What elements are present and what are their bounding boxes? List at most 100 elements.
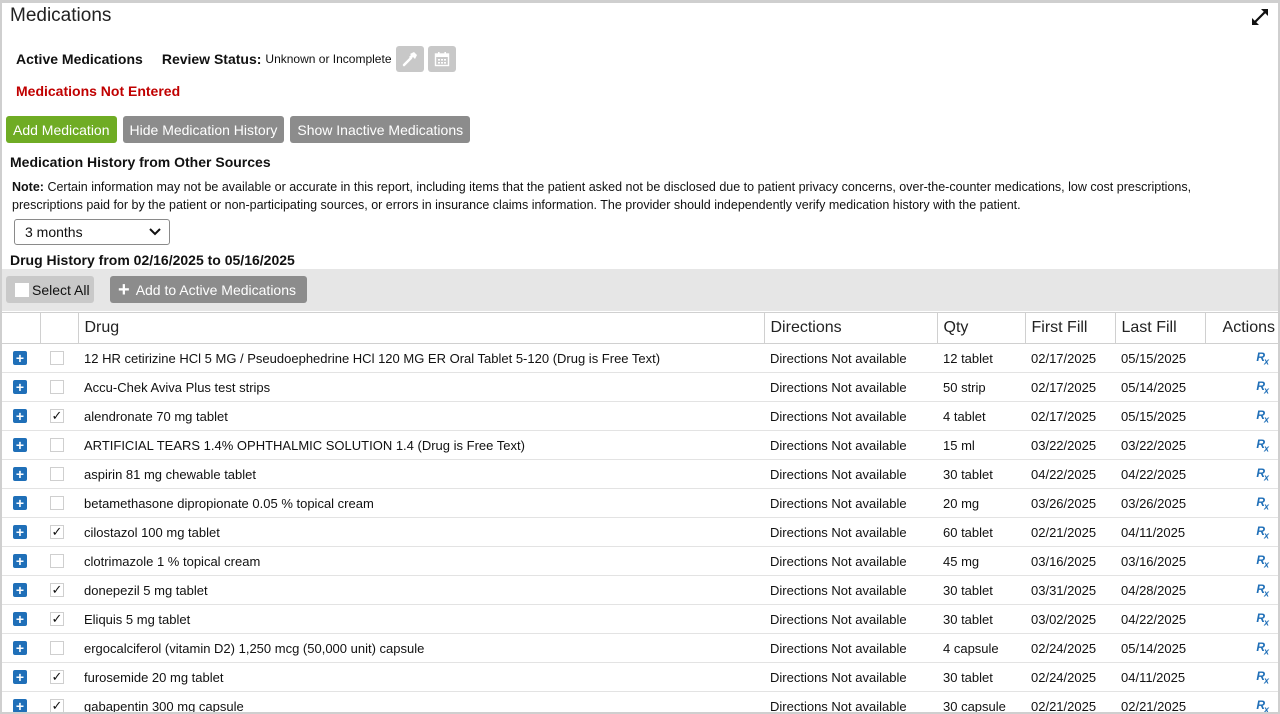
table-row: +✓furosemide 20 mg tabletDirections Not … <box>2 663 1278 692</box>
actions-cell: Rx <box>1205 373 1278 402</box>
plus-box-icon[interactable]: + <box>13 496 27 510</box>
note-label: Note: <box>12 180 44 194</box>
history-note: Note: Certain information may not be ava… <box>12 178 1262 214</box>
directions-cell: Directions Not available <box>764 576 937 605</box>
directions-cell: Directions Not available <box>764 547 937 576</box>
actions-cell: Rx <box>1205 576 1278 605</box>
row-checkbox[interactable] <box>50 351 64 365</box>
row-select-cell: ✓ <box>40 518 78 547</box>
drug-history-range-title: Drug History from 02/16/2025 to 05/16/20… <box>10 252 295 268</box>
row-expand-cell: + <box>2 344 40 373</box>
row-expand-cell: + <box>2 634 40 663</box>
directions-cell: Directions Not available <box>764 373 937 402</box>
plus-box-icon[interactable]: + <box>13 525 27 539</box>
table-row: + ✓ donepezil 5 mg tabletDirections Not av… <box>2 576 1278 605</box>
show-inactive-medications-button[interactable]: Show Inactive Medications <box>290 116 470 143</box>
row-expand-cell: + <box>2 373 40 402</box>
plus-box-icon[interactable]: + <box>13 380 27 394</box>
row-select-cell: ✓ <box>40 663 78 692</box>
plus-box-icon[interactable]: + <box>13 641 27 655</box>
rx-icon[interactable]: Rx <box>1256 437 1268 451</box>
row-checkbox[interactable] <box>50 467 64 481</box>
directions-cell: Directions Not available <box>764 634 937 663</box>
first-fill-cell: 02/17/2025 <box>1025 402 1115 431</box>
row-checkbox[interactable]: ✓ <box>50 699 64 713</box>
row-checkbox[interactable]: ✓ <box>50 583 64 597</box>
expand-arrows-icon[interactable] <box>1250 7 1270 27</box>
row-checkbox[interactable] <box>50 496 64 510</box>
table-row: +ARTIFICIAL TEARS 1.4% OPHTHALMIC SOLUTI… <box>2 431 1278 460</box>
row-checkbox[interactable] <box>50 380 64 394</box>
directions-cell: Directions Not available <box>764 431 937 460</box>
plus-box-icon[interactable]: + <box>13 612 27 626</box>
rx-icon[interactable]: Rx <box>1256 495 1268 509</box>
actions-cell: Rx <box>1205 692 1278 714</box>
table-row: +✓alendronate 70 mg tabletDirections Not… <box>2 402 1278 431</box>
plus-box-icon[interactable]: + <box>13 467 27 481</box>
rx-icon[interactable]: Rx <box>1256 582 1268 596</box>
plus-box-icon[interactable]: + <box>13 699 27 713</box>
rx-icon[interactable]: Rx <box>1256 553 1268 567</box>
select-all-button[interactable]: Select All <box>6 276 94 303</box>
qty-cell: 4 tablet <box>937 402 1025 431</box>
drug-cell: Eliquis 5 mg tablet <box>78 605 764 634</box>
row-checkbox[interactable]: ✓ <box>50 612 64 626</box>
row-checkbox[interactable] <box>50 554 64 568</box>
medication-action-buttons: Add Medication Hide Medication History S… <box>6 116 476 143</box>
table-row: +✓cilostazol 100 mg tabletDirections Not… <box>2 518 1278 547</box>
header-last-fill[interactable]: Last Fill <box>1115 313 1205 344</box>
review-hammer-button[interactable] <box>396 46 424 72</box>
rx-icon[interactable]: Rx <box>1256 524 1268 538</box>
header-first-fill[interactable]: First Fill <box>1025 313 1115 344</box>
rx-icon[interactable]: Rx <box>1256 611 1268 625</box>
review-calendar-button[interactable] <box>428 46 456 72</box>
rx-icon[interactable]: Rx <box>1256 408 1268 422</box>
header-directions[interactable]: Directions <box>764 313 937 344</box>
qty-cell: 30 tablet <box>937 576 1025 605</box>
rx-icon[interactable]: Rx <box>1256 669 1268 683</box>
chevron-down-icon <box>149 228 161 236</box>
qty-cell: 50 strip <box>937 373 1025 402</box>
history-toolbar: Select All + Add to Active Medications <box>2 269 1278 311</box>
hide-medication-history-button[interactable]: Hide Medication History <box>123 116 285 143</box>
select-all-checkbox[interactable] <box>14 282 30 298</box>
plus-box-icon[interactable]: + <box>13 438 27 452</box>
plus-box-icon[interactable]: + <box>13 351 27 365</box>
plus-box-icon[interactable]: + <box>13 583 27 597</box>
row-checkbox[interactable]: ✓ <box>50 525 64 539</box>
header-drug[interactable]: Drug <box>78 313 764 344</box>
medications-panel: Medications Active Medications Review St… <box>0 0 1280 714</box>
history-range-select[interactable]: 3 months <box>14 219 170 245</box>
qty-cell: 30 tablet <box>937 663 1025 692</box>
add-to-active-medications-button[interactable]: + Add to Active Medications <box>110 276 307 303</box>
row-checkbox[interactable]: ✓ <box>50 409 64 423</box>
plus-box-icon[interactable]: + <box>13 554 27 568</box>
add-to-active-label: Add to Active Medications <box>136 282 296 298</box>
qty-cell: 30 capsule <box>937 692 1025 714</box>
drug-cell: donepezil 5 mg tablet <box>78 576 764 605</box>
rx-icon[interactable]: Rx <box>1256 640 1268 654</box>
row-checkbox[interactable]: ✓ <box>50 670 64 684</box>
directions-cell: Directions Not available <box>764 605 937 634</box>
rx-icon[interactable]: Rx <box>1256 698 1268 712</box>
review-status-label: Review Status: <box>162 51 262 67</box>
drug-cell: cilostazol 100 mg tablet <box>78 518 764 547</box>
actions-cell: Rx <box>1205 489 1278 518</box>
row-select-cell <box>40 344 78 373</box>
page-title: Medications <box>10 5 111 27</box>
qty-cell: 60 tablet <box>937 518 1025 547</box>
plus-box-icon[interactable]: + <box>13 409 27 423</box>
row-checkbox[interactable] <box>50 438 64 452</box>
add-medication-button[interactable]: Add Medication <box>6 116 117 143</box>
rx-icon[interactable]: Rx <box>1256 350 1268 364</box>
last-fill-cell: 05/15/2025 <box>1115 402 1205 431</box>
last-fill-cell: 04/11/2025 <box>1115 663 1205 692</box>
rx-icon[interactable]: Rx <box>1256 466 1268 480</box>
header-qty[interactable]: Qty <box>937 313 1025 344</box>
drug-cell: aspirin 81 mg chewable tablet <box>78 460 764 489</box>
row-expand-cell: + <box>2 460 40 489</box>
row-checkbox[interactable] <box>50 641 64 655</box>
rx-icon[interactable]: Rx <box>1256 379 1268 393</box>
row-select-cell <box>40 634 78 663</box>
plus-box-icon[interactable]: + <box>13 670 27 684</box>
